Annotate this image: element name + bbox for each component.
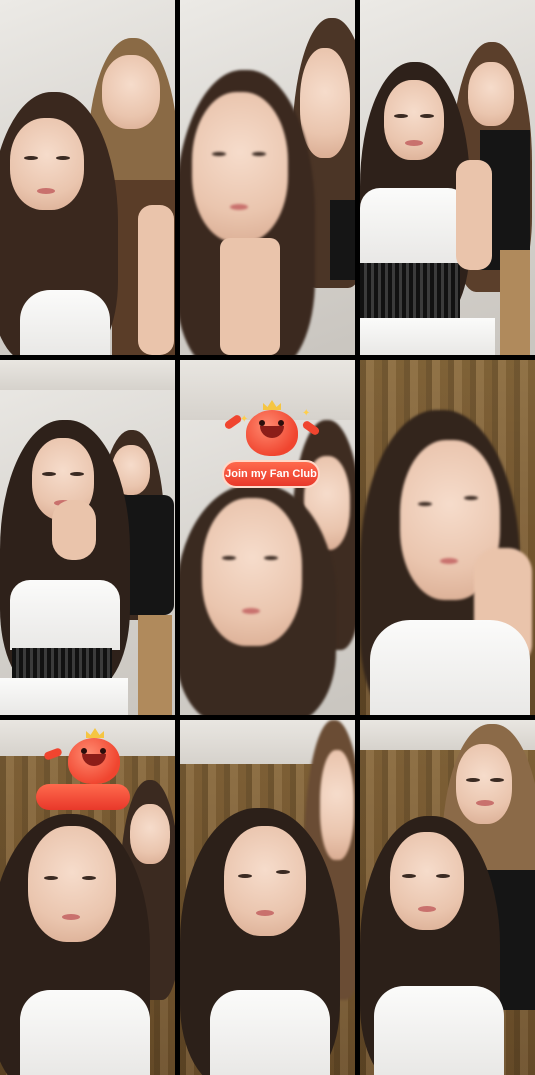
person-back-face bbox=[320, 750, 354, 860]
person-front-top bbox=[10, 580, 120, 650]
person-front-face bbox=[390, 832, 464, 930]
person-back-top bbox=[330, 200, 355, 280]
person-front-face bbox=[192, 92, 288, 242]
person-front-arm bbox=[456, 160, 492, 270]
sparkle-icon: ✦ bbox=[240, 414, 249, 425]
fan-club-button[interactable]: Join my Fan Club bbox=[222, 460, 320, 488]
chair bbox=[138, 615, 172, 715]
person-back-face bbox=[300, 48, 350, 158]
person-front-hand bbox=[52, 500, 96, 560]
person-back-face bbox=[456, 744, 512, 824]
person-front-lace bbox=[360, 263, 460, 318]
person-front-neck bbox=[220, 238, 280, 355]
person-front-top bbox=[20, 990, 150, 1075]
person-front-face bbox=[10, 118, 84, 210]
video-tile-7 bbox=[0, 720, 175, 1075]
person-front-skirt bbox=[0, 678, 128, 715]
person-back-arm bbox=[138, 205, 174, 355]
ceiling bbox=[0, 360, 175, 390]
person-front-top bbox=[360, 188, 468, 263]
person-front-lace bbox=[12, 648, 112, 678]
person-front-face bbox=[224, 826, 306, 936]
video-tile-8 bbox=[180, 720, 355, 1075]
person-front-top bbox=[20, 290, 110, 355]
video-tile-9 bbox=[360, 720, 535, 1075]
person-front-top bbox=[370, 620, 530, 715]
person-front-face bbox=[28, 826, 116, 942]
person-front-face bbox=[384, 80, 444, 160]
cloud-pill-icon bbox=[36, 784, 130, 810]
person-back-face bbox=[130, 804, 170, 864]
video-tile-5: ✦ ✦ Join my Fan Club bbox=[180, 360, 355, 715]
person-back-face bbox=[468, 62, 514, 126]
chair bbox=[500, 250, 530, 355]
person-front-skirt bbox=[360, 318, 495, 355]
video-tile-3 bbox=[360, 0, 535, 355]
video-collage-grid: ✦ ✦ Join my Fan Club bbox=[0, 0, 535, 1075]
person-front-top bbox=[210, 990, 330, 1075]
person-front-top bbox=[374, 986, 504, 1075]
sparkle-icon: ✦ bbox=[302, 408, 311, 419]
video-tile-6 bbox=[360, 360, 535, 715]
video-tile-1 bbox=[0, 0, 175, 355]
person-back-face bbox=[102, 55, 160, 129]
heart-mascot-icon bbox=[246, 410, 298, 456]
person-front-face bbox=[202, 498, 302, 646]
video-tile-4 bbox=[0, 360, 175, 715]
video-tile-2 bbox=[180, 0, 355, 355]
heart-mascot-icon bbox=[68, 738, 120, 784]
